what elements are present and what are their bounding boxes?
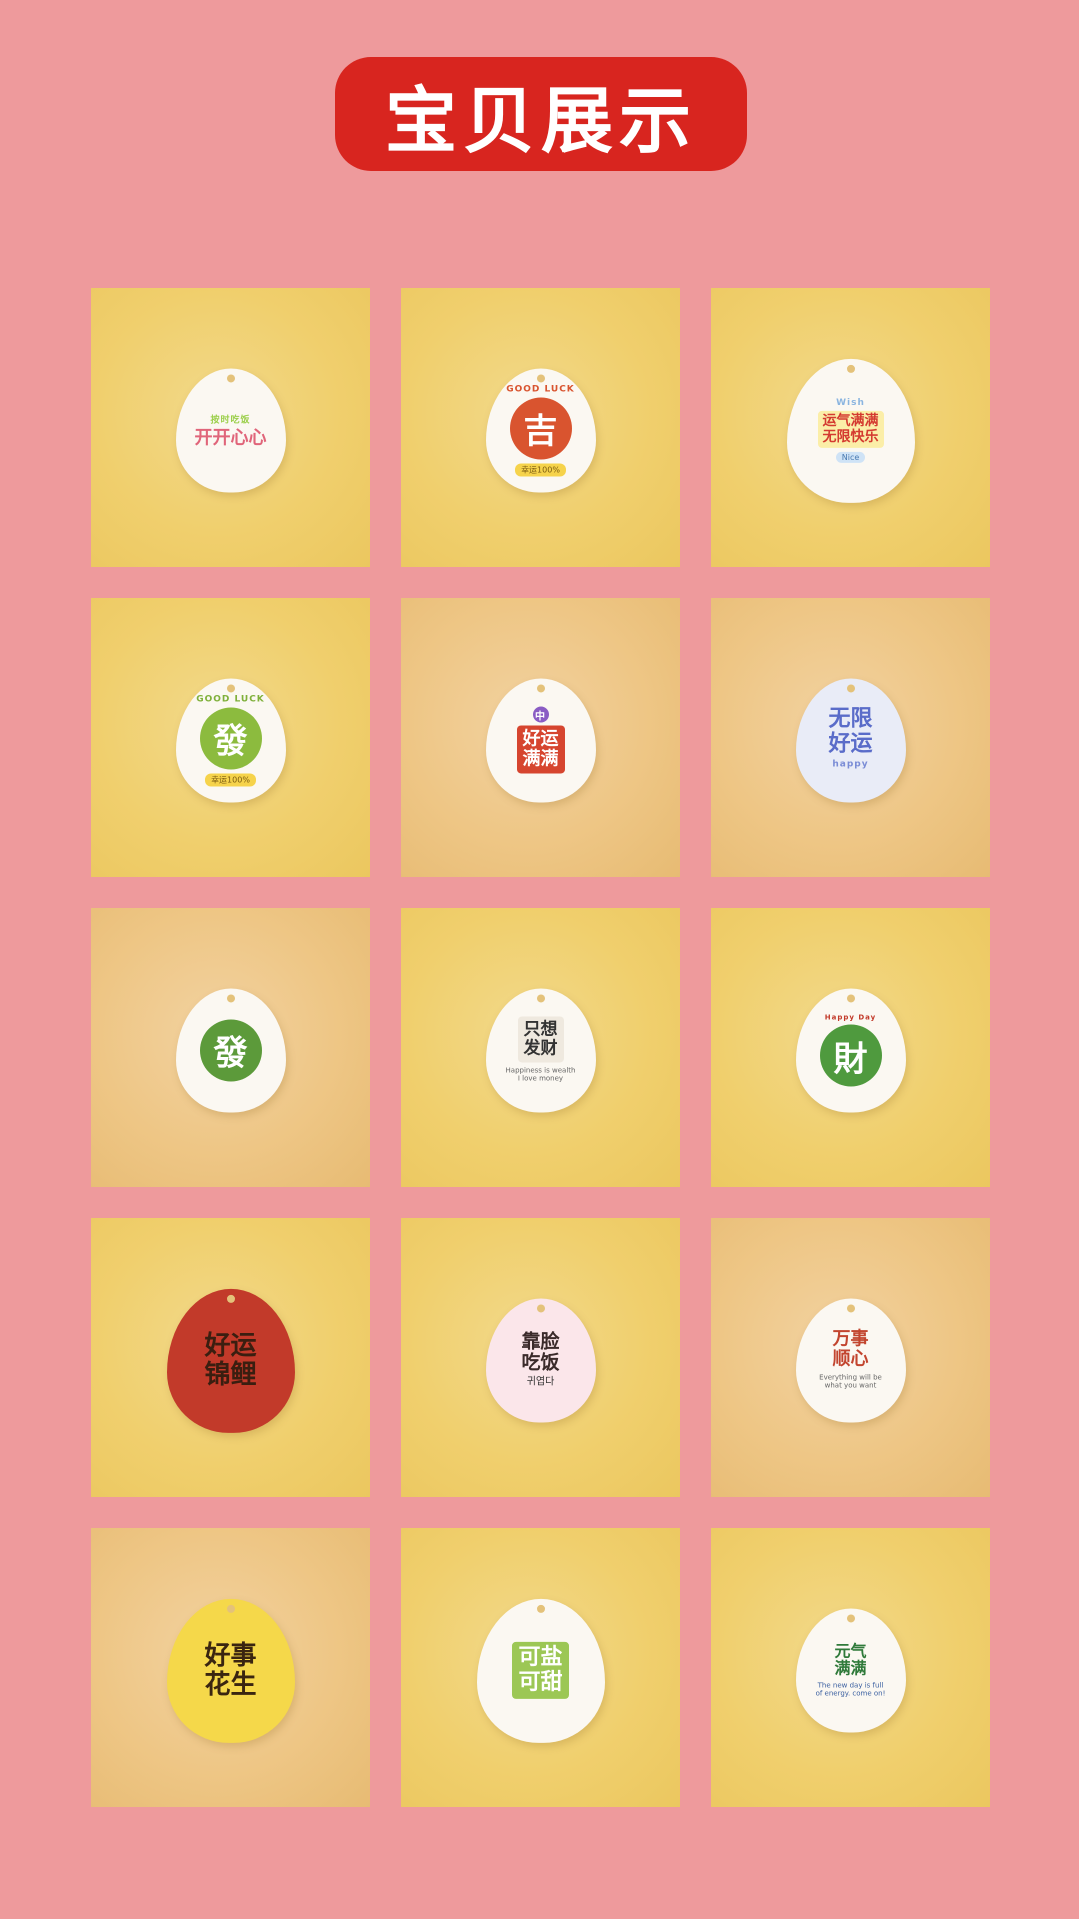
keychain-tag: 无限 好运 happy (795, 677, 906, 802)
keychain-tag: 万事 顺心 Everything will be what you want (795, 1297, 906, 1422)
tag-main-text: 无限 好运 (828, 706, 873, 756)
product-tile[interactable]: 万事 顺心 Everything will be what you want (711, 1218, 990, 1497)
product-tile[interactable]: 靠脸 吃饭 귀엽다 (401, 1218, 680, 1497)
tag-main-text: 运气满满 无限快乐 (817, 410, 884, 448)
product-tile[interactable]: Happy Day 財 (711, 908, 990, 1187)
keychain-tag: 中 好运 满满 (485, 677, 596, 802)
tag-top-text: 按时吃饭 (210, 415, 251, 426)
product-tile[interactable]: Wish 运气满满 无限快乐 Nice (711, 288, 990, 567)
product-tile[interactable]: 中 好运 满满 (401, 598, 680, 877)
tag-main-text: 可盐 可甜 (512, 1642, 569, 1699)
product-tile[interactable]: 只想 发财 Happiness is wealth I love money (401, 908, 680, 1187)
product-tile[interactable]: 發 (91, 908, 370, 1187)
product-tile[interactable]: 好事 花生 (91, 1528, 370, 1807)
tag-main-text: 开开心心 (194, 427, 267, 449)
tag-main-text: 好事 花生 (204, 1640, 257, 1700)
keychain-tag: 按时吃饭 开开心心 (175, 367, 286, 492)
tag-top-text: GOOD LUCK (506, 383, 575, 394)
tag-main-text: 財 (819, 1024, 882, 1087)
tag-main-text: 靠脸 吃饭 (521, 1330, 560, 1373)
keychain-tag: 可盐 可甜 (476, 1598, 605, 1743)
product-tile[interactable]: GOOD LUCK 吉 幸运100% (401, 288, 680, 567)
keychain-tag: 好运 锦鲤 (166, 1288, 295, 1433)
tag-main-text: 万事 顺心 (832, 1328, 869, 1370)
tag-sub-text: Happiness is wealth I love money (505, 1066, 576, 1083)
keychain-tag: GOOD LUCK 吉 幸运100% (485, 367, 596, 492)
keychain-tag: Happy Day 財 (795, 987, 906, 1112)
tag-main-text: 好运 满满 (516, 725, 565, 774)
tag-sub-text: Everything will be what you want (819, 1373, 882, 1390)
tag-chip: 幸运100% (515, 462, 566, 476)
tag-top-text: 中 (532, 706, 549, 723)
tag-main-text: 元气 满满 (834, 1640, 867, 1678)
keychain-tag: Wish 运气满满 无限快乐 Nice (786, 358, 915, 503)
section-title-pill: 宝贝展示 (335, 57, 747, 171)
tag-top-text: Happy Day (824, 1013, 877, 1022)
tag-chip: 幸运100% (205, 772, 256, 786)
tag-top-text: Wish (836, 397, 865, 408)
product-tile[interactable]: 元气 满满 The new day is full of energy. com… (711, 1528, 990, 1807)
tag-top-text: happy (832, 759, 869, 770)
keychain-tag: 發 (175, 987, 286, 1112)
tag-main-text: 好运 锦鲤 (204, 1330, 257, 1390)
product-tile[interactable]: GOOD LUCK 發 幸运100% (91, 598, 370, 877)
tag-top-text: GOOD LUCK (196, 693, 265, 704)
product-tile[interactable]: 按时吃饭 开开心心 (91, 288, 370, 567)
product-tile[interactable]: 好运 锦鲤 (91, 1218, 370, 1497)
product-grid: 按时吃饭 开开心心 GOOD LUCK 吉 幸运100% Wish 运气满满 无… (91, 288, 990, 1807)
keychain-tag: 好事 花生 (166, 1598, 295, 1743)
tag-main-text: 只想 发财 (517, 1016, 564, 1063)
tag-main-text: 發 (199, 1018, 262, 1081)
tag-sub-text: The new day is full of energy. come on! (815, 1681, 886, 1698)
product-tile[interactable]: 可盐 可甜 (401, 1528, 680, 1807)
tag-chip: Nice (835, 451, 866, 463)
tag-main-text: 吉 (509, 396, 572, 459)
product-tile[interactable]: 无限 好运 happy (711, 598, 990, 877)
keychain-tag: 元气 满满 The new day is full of energy. com… (795, 1607, 906, 1732)
section-title: 宝贝展示 (384, 78, 697, 163)
tag-main-text: 發 (199, 706, 262, 769)
keychain-tag: 只想 发财 Happiness is wealth I love money (485, 987, 596, 1112)
tag-sub-text: 귀엽다 (526, 1376, 555, 1388)
keychain-tag: GOOD LUCK 發 幸运100% (175, 677, 286, 802)
keychain-tag: 靠脸 吃饭 귀엽다 (485, 1297, 596, 1422)
